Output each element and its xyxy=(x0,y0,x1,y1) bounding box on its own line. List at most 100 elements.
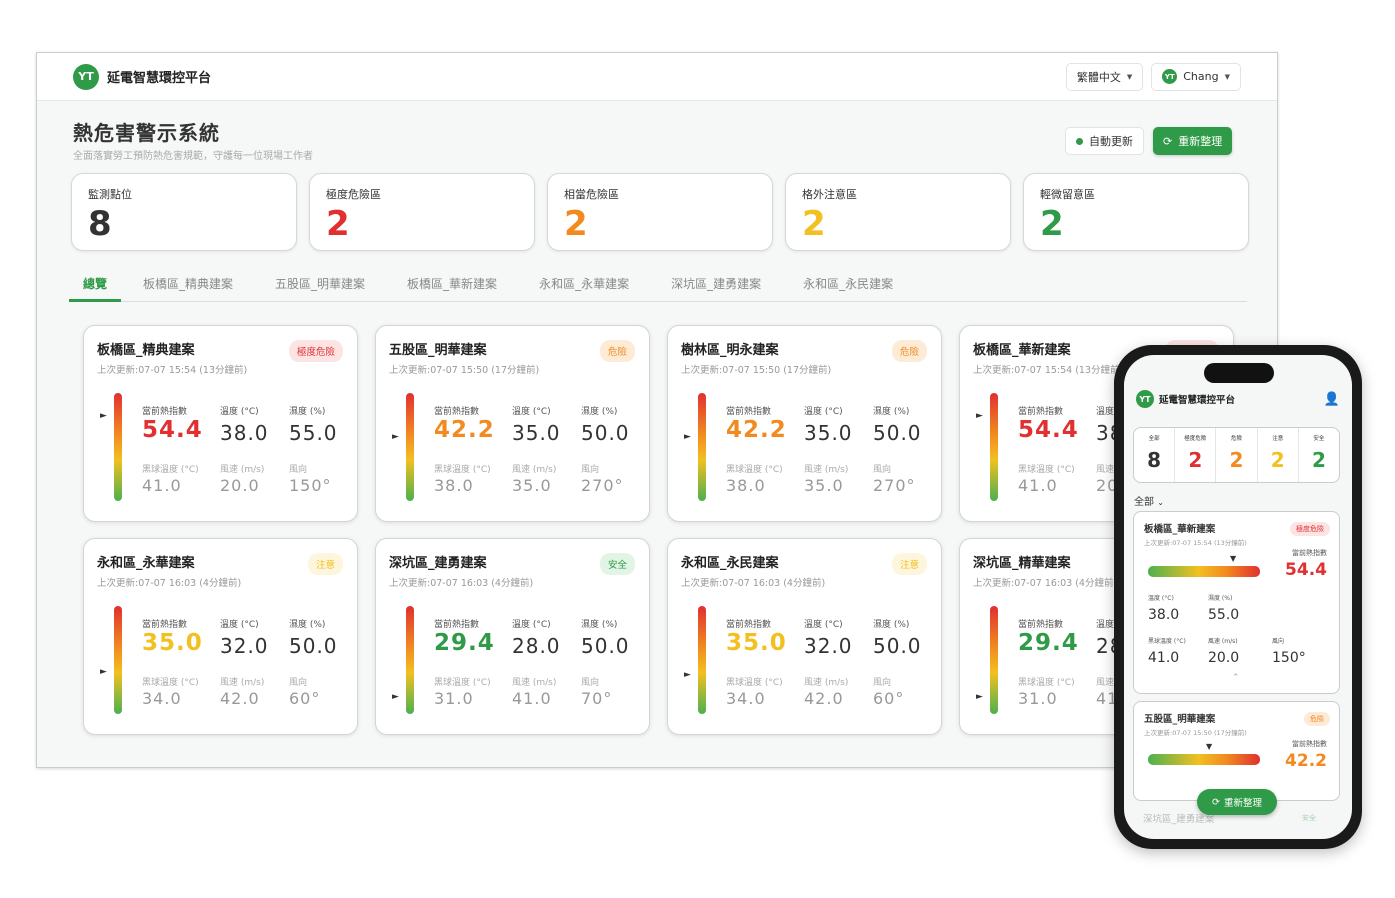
desktop-window: YT 延電智慧環控平台 繁體中文 ▼ YT Chang ▼ 熱危害警示系統 全面落實勞… xyxy=(36,52,1278,768)
card-time: 上次更新:07-07 15:50 (17分鐘前) xyxy=(681,365,832,376)
tab-2[interactable]: 五股區_明華建案 xyxy=(275,269,365,302)
tab-6[interactable]: 永和區_永民建案 xyxy=(803,269,893,302)
mobile-card[interactable]: 板橋區_華新建案 上次更新:07-07 15:54 (13分鐘前) 極度危險 當… xyxy=(1133,511,1340,694)
hum-label: 濕度 (%) xyxy=(873,407,910,417)
wind-label: 風速 (m/s) xyxy=(804,465,849,475)
hum-value: 50.0 xyxy=(581,421,630,445)
heat-gauge xyxy=(698,393,706,501)
globe-value: 38.0 xyxy=(726,476,766,495)
dir-label: 風向 xyxy=(581,465,600,475)
mobile-stats: 全部 8 極度危險 2 危險 2 注意 2 安全 2 xyxy=(1133,427,1340,483)
globe-label: 黑球溫度 (°C) xyxy=(434,678,491,688)
mobile-refresh-button[interactable]: ⟳ 重新整理 xyxy=(1197,789,1277,815)
stat-value: 2 xyxy=(1040,204,1064,244)
globe-label: 黑球溫度 (°C) xyxy=(1018,678,1075,688)
temp-value: 38.0 xyxy=(220,421,269,445)
level-marker-icon: ► xyxy=(100,666,107,677)
hum-label: 濕度 (%) xyxy=(581,407,618,417)
tab-5[interactable]: 深坑區_建勇建案 xyxy=(671,269,761,302)
card-title: 五股區_明華建案 xyxy=(389,343,487,358)
stat-label: 輕微留意區 xyxy=(1040,188,1095,201)
hi-value: 29.4 xyxy=(434,630,495,656)
temp-label: 溫度 (°C) xyxy=(220,407,259,417)
hi-label: 當前熱指數 xyxy=(142,407,188,417)
site-card-grid: 板橋區_精典建案 上次更新:07-07 15:54 (13分鐘前) 極度危險 ► 當前熱… xyxy=(83,325,1234,735)
status-badge: 危險 xyxy=(891,340,927,362)
wind-label: 風速 (m/s) xyxy=(804,678,849,688)
user-menu[interactable]: YT Chang ▼ xyxy=(1151,62,1241,91)
hum-value: 50.0 xyxy=(289,634,338,658)
hi-value: 54.4 xyxy=(142,417,203,443)
language-label: 繁體中文 xyxy=(1076,70,1121,84)
mobile-top-bar: YT 延電智慧環控平台 👤 xyxy=(1124,381,1352,417)
dir-label: 風向 xyxy=(289,465,308,475)
hum-value: 50.0 xyxy=(873,634,922,658)
stat-label: 監測點位 xyxy=(88,188,132,201)
wind-value: 42.0 xyxy=(804,689,844,708)
user-icon[interactable]: 👤 xyxy=(1324,392,1340,407)
temp-label: 溫度 (°C) xyxy=(512,620,551,630)
tab-4[interactable]: 永和區_永華建案 xyxy=(539,269,629,302)
status-dot-icon xyxy=(1076,137,1083,145)
stat-value: 8 xyxy=(1147,448,1162,472)
temp-value: 35.0 xyxy=(512,421,561,445)
temp-value: 32.0 xyxy=(804,634,853,658)
hum-value: 55.0 xyxy=(289,421,338,445)
tab-3[interactable]: 板橋區_華新建案 xyxy=(407,269,497,302)
chevron-down-icon: ▼ xyxy=(1224,72,1230,81)
hi-label: 當前熱指數 xyxy=(434,407,480,417)
hum-label: 濕度 (%) xyxy=(1208,595,1233,602)
globe-value: 41.0 xyxy=(142,476,182,495)
globe-value: 31.0 xyxy=(434,689,474,708)
globe-value: 34.0 xyxy=(142,689,182,708)
auto-refresh-toggle[interactable]: 自動更新 xyxy=(1065,127,1144,155)
hi-label: 當前熱指數 xyxy=(1018,407,1064,417)
level-marker-icon: ► xyxy=(976,410,983,421)
chevron-up-icon[interactable]: ⌃ xyxy=(1232,673,1240,683)
level-marker-icon: ► xyxy=(684,670,691,681)
status-badge: 注意 xyxy=(891,553,927,575)
temp-label: 溫度 (°C) xyxy=(512,407,551,417)
chevron-down-icon: ▼ xyxy=(1126,72,1133,81)
refresh-button[interactable]: ⟳ 重新整理 xyxy=(1153,127,1233,155)
site-card[interactable]: 永和區_永華建案 上次更新:07-07 16:03 (4分鐘前) 注意 ► 當前熱指數 3… xyxy=(83,538,358,735)
stat-card: 輕微留意區 2 xyxy=(1023,173,1249,251)
chevron-down-icon: ⌄ xyxy=(1157,498,1164,507)
site-card[interactable]: 永和區_永民建案 上次更新:07-07 16:03 (4分鐘前) 注意 ► 當前熱指數 3… xyxy=(667,538,942,735)
language-select[interactable]: 繁體中文 ▼ xyxy=(1065,62,1144,91)
wind-label: 風速 (m/s) xyxy=(220,465,265,475)
globe-value: 41.0 xyxy=(1018,476,1058,495)
mobile-app-title: 延電智慧環控平台 xyxy=(1159,395,1236,406)
tab-1[interactable]: 板橋區_精典建案 xyxy=(143,269,233,302)
site-card[interactable]: 板橋區_精典建案 上次更新:07-07 15:54 (13分鐘前) 極度危險 ► 當前熱… xyxy=(83,325,358,522)
dir-label: 風向 xyxy=(1272,638,1285,645)
dir-label: 風向 xyxy=(873,465,892,475)
card-time: 上次更新:07-07 15:50 (17分鐘前) xyxy=(1144,729,1247,737)
level-marker-icon: ► xyxy=(976,691,983,702)
stat-label: 危險 xyxy=(1231,436,1243,442)
hi-label: 當前熱指數 xyxy=(1018,620,1064,630)
status-badge: 極度危險 xyxy=(1290,522,1330,536)
mobile-phone: YT 延電智慧環控平台 👤 全部 8 極度危險 2 危險 2 注意 2 安全 2 全部 ⌄ 板橋區… xyxy=(1114,345,1362,849)
dir-value: 270° xyxy=(581,476,624,495)
stat-label: 相當危險區 xyxy=(564,188,619,201)
site-card[interactable]: 樹林區_明永建案 上次更新:07-07 15:50 (17分鐘前) 危險 ► 當前熱指數… xyxy=(667,325,942,522)
mobile-filter[interactable]: 全部 ⌄ xyxy=(1134,493,1164,508)
wind-label: 風速 (m/s) xyxy=(512,465,557,475)
status-badge: 注意 xyxy=(307,553,343,575)
level-marker-icon: ▼ xyxy=(1230,554,1237,563)
mobile-card[interactable]: 五股區_明華建案 上次更新:07-07 15:50 (17分鐘前) 危險 當前熱… xyxy=(1133,701,1340,801)
status-badge: 危險 xyxy=(599,340,635,362)
level-marker-icon: ► xyxy=(392,691,399,702)
globe-value: 38.0 xyxy=(434,476,474,495)
heat-gauge xyxy=(698,606,706,714)
site-card[interactable]: 深坑區_建勇建案 上次更新:07-07 16:03 (4分鐘前) 安全 ► 當前熱指數 2… xyxy=(375,538,650,735)
hum-label: 濕度 (%) xyxy=(289,407,326,417)
site-tabs: 總覽 板橋區_精典建案 五股區_明華建案 板橋區_華新建案 永和區_永華建案 深坑區_建勇… xyxy=(69,269,1247,302)
hi-value: 35.0 xyxy=(726,630,787,656)
site-card[interactable]: 五股區_明華建案 上次更新:07-07 15:50 (17分鐘前) 危險 ► 當前熱指數… xyxy=(375,325,650,522)
heat-gauge xyxy=(406,606,414,714)
tab-0[interactable]: 總覽 xyxy=(69,269,122,302)
wind-value: 41.0 xyxy=(512,689,552,708)
heat-gauge xyxy=(990,393,998,501)
